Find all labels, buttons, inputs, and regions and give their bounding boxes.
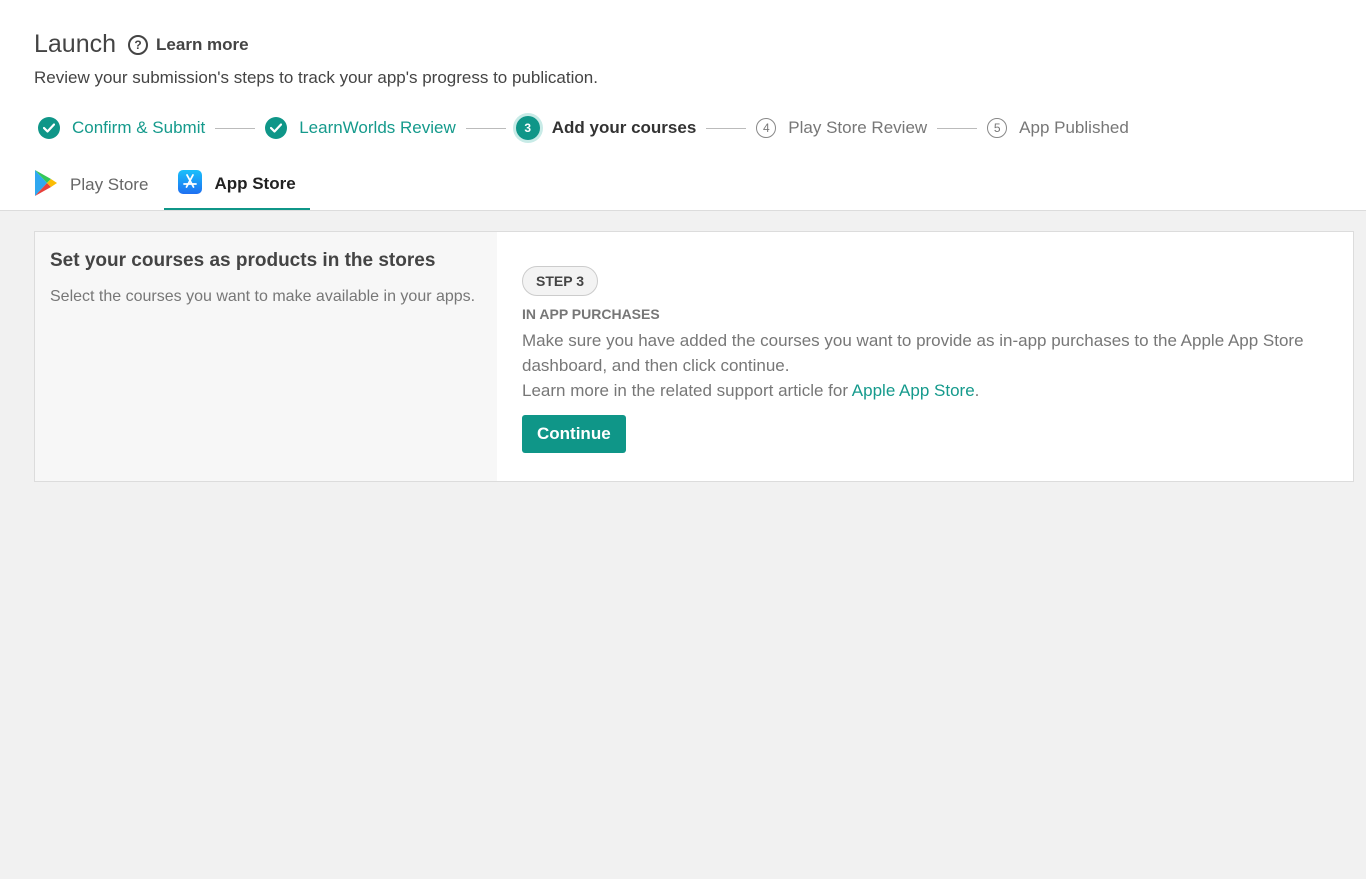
play-store-icon <box>34 169 58 202</box>
card-content-panel: STEP 3 IN APP PURCHASES Make sure you ha… <box>497 232 1353 481</box>
title-row: Launch ? Learn more <box>34 30 249 59</box>
courses-step-card: Set your courses as products in the stor… <box>34 231 1354 482</box>
support-prefix: Learn more in the related support articl… <box>522 381 852 400</box>
step-label: Add your courses <box>551 118 697 137</box>
progress-stepper: Confirm & Submit LearnWorlds Review 3 Ad… <box>38 114 1129 142</box>
apple-app-store-link[interactable]: Apple App Store <box>852 381 975 400</box>
step-connector <box>706 127 747 129</box>
help-icon: ? <box>128 34 149 55</box>
learn-more-label: Learn more <box>156 34 249 54</box>
step-learnworlds-review: LearnWorlds Review <box>265 117 456 139</box>
tab-label: Play Store <box>70 175 149 194</box>
step-app-published: 5 App Published <box>987 118 1129 138</box>
instructions-body: Make sure you have added the courses you… <box>522 331 1304 375</box>
step-number-badge: 5 <box>987 118 1008 138</box>
step-label: LearnWorlds Review <box>299 118 456 137</box>
app-store-icon <box>178 169 203 199</box>
support-suffix: . <box>974 381 980 400</box>
store-tabs: Play Store App Store <box>34 160 310 211</box>
header-panel: Launch ? Learn more Review your submissi… <box>0 0 1366 211</box>
section-label: IN APP PURCHASES <box>522 306 660 322</box>
tab-play-store[interactable]: Play Store <box>34 160 162 210</box>
step-play-store-review: 4 Play Store Review <box>756 118 927 138</box>
tab-label: App Store <box>214 174 296 193</box>
card-title: Set your courses as products in the stor… <box>50 250 436 271</box>
step-label: Confirm & Submit <box>72 118 206 137</box>
step-connector <box>937 127 978 129</box>
step-number-badge: 4 <box>756 118 777 138</box>
page-title: Launch <box>34 30 117 58</box>
card-info-panel: Set your courses as products in the stor… <box>35 232 497 481</box>
instructions-text: Make sure you have added the courses you… <box>522 328 1328 403</box>
check-circle-icon <box>38 117 60 139</box>
check-circle-icon <box>265 117 288 139</box>
step-add-courses: 3 Add your courses <box>515 116 697 140</box>
step-label: App Published <box>1019 118 1129 137</box>
step-badge: STEP 3 <box>522 266 598 296</box>
step-label: Play Store Review <box>788 118 928 137</box>
continue-button[interactable]: Continue <box>522 415 626 453</box>
step-connector <box>215 127 256 129</box>
page-subtitle: Review your submission's steps to track … <box>34 68 598 87</box>
step-confirm-submit: Confirm & Submit <box>38 117 205 139</box>
card-description: Select the courses you want to make avai… <box>50 288 476 305</box>
step-number-badge: 3 <box>515 116 540 140</box>
learn-more-link[interactable]: ? Learn more <box>128 34 249 55</box>
tab-app-store[interactable]: App Store <box>164 160 310 210</box>
step-connector <box>465 127 506 129</box>
